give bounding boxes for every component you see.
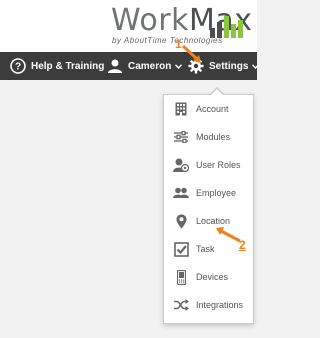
menu-item-location[interactable]: Location — [164, 207, 253, 235]
menu-item-employee[interactable]: Employee — [164, 179, 253, 207]
logo-work-text: Work — [111, 3, 189, 38]
header-logo-area: WorkMax by AboutTime Technologies — [0, 0, 257, 52]
shuffle-icon — [173, 297, 189, 313]
annotation-step-2: 2 — [239, 238, 246, 252]
gear-icon — [188, 58, 204, 74]
menu-item-devices[interactable]: Devices — [164, 263, 253, 291]
settings-dropdown-menu: Account Modules User Roles Employee Loca… — [163, 94, 254, 324]
map-pin-icon — [173, 213, 189, 229]
menu-item-modules[interactable]: Modules — [164, 123, 253, 151]
user-roles-icon — [173, 157, 189, 173]
svg-text:?: ? — [15, 62, 21, 73]
menu-item-account[interactable]: Account — [164, 95, 253, 123]
help-icon: ? — [10, 58, 26, 74]
checkbox-icon — [173, 241, 189, 257]
building-icon — [173, 101, 189, 117]
settings-menu-button[interactable]: Settings — [188, 52, 264, 80]
phone-icon — [173, 269, 189, 285]
user-icon — [108, 59, 122, 73]
chevron-down-icon — [175, 63, 183, 69]
menu-item-label: User Roles — [196, 160, 241, 170]
menu-item-label: Location — [196, 216, 231, 226]
user-menu-button[interactable]: Cameron — [107, 52, 187, 80]
menu-item-label: Integrations — [196, 300, 244, 310]
menu-item-label: Devices — [196, 272, 229, 282]
user-name-label: Cameron — [128, 60, 172, 72]
menu-item-label: Account — [196, 104, 229, 114]
menu-item-label: Employee — [196, 188, 237, 198]
dropdown-caret-inner — [210, 88, 224, 96]
help-training-label: Help & Training — [31, 60, 105, 72]
employees-icon — [173, 185, 189, 201]
menu-item-user-roles[interactable]: User Roles — [164, 151, 253, 179]
sliders-icon — [173, 129, 189, 145]
logo-subtitle: by AboutTime Technologies — [112, 36, 223, 45]
settings-label: Settings — [209, 60, 249, 72]
annotation-step-1: 1 — [175, 37, 182, 51]
top-nav-bar: ? Help & Training Cameron Settings — [0, 52, 260, 80]
chevron-down-icon — [252, 63, 260, 69]
menu-item-label: Modules — [196, 132, 231, 142]
menu-item-label: Task — [196, 244, 215, 254]
logo-bars-icon — [210, 16, 243, 38]
menu-item-integrations[interactable]: Integrations — [164, 291, 253, 319]
help-training-button[interactable]: ? Help & Training — [10, 52, 104, 80]
